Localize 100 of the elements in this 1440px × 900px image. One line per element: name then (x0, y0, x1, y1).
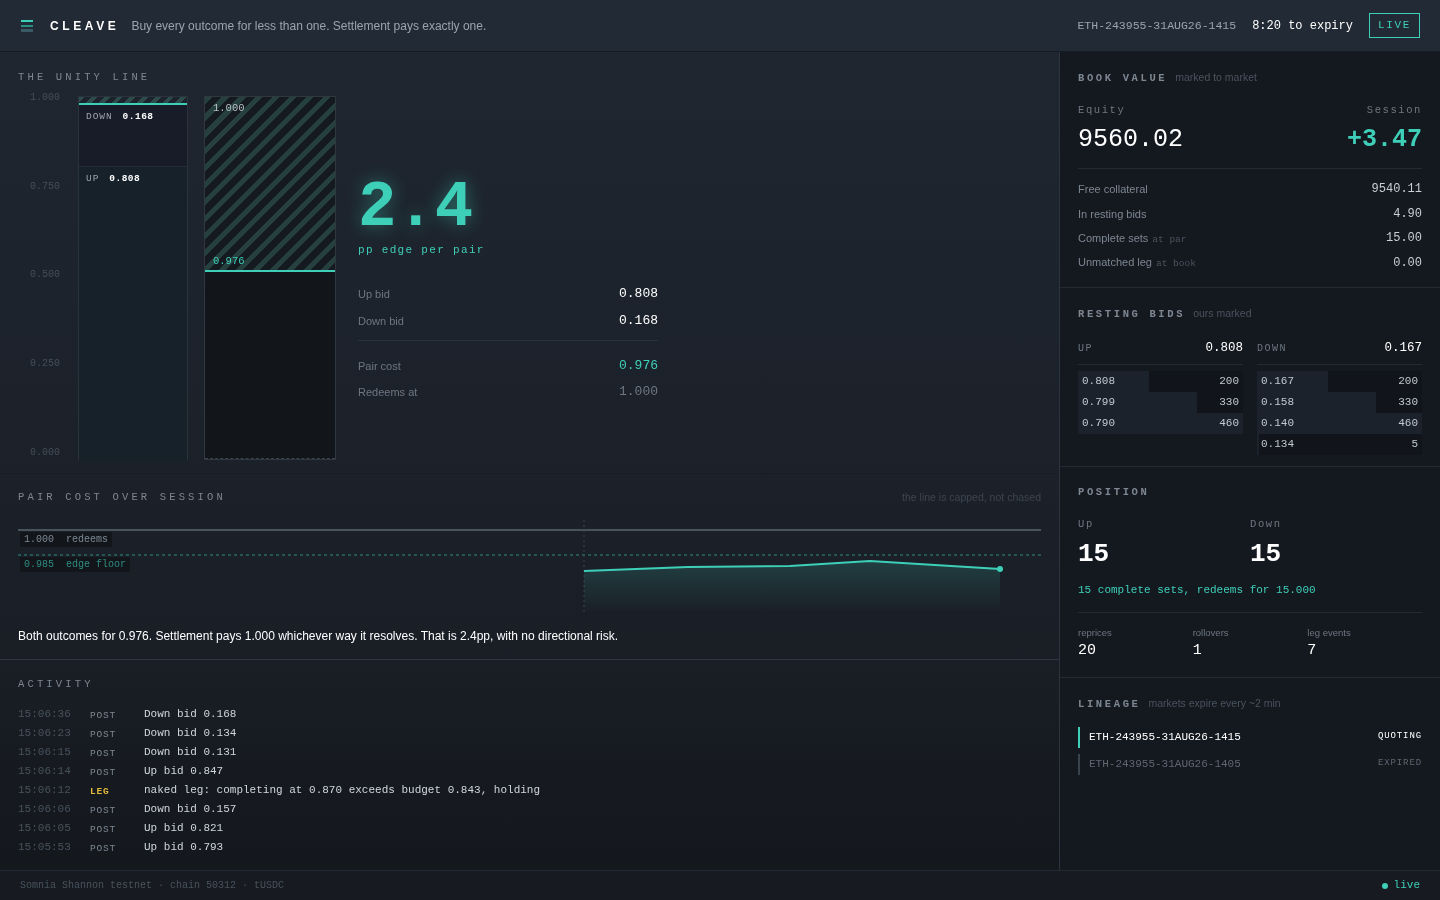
reference-label: 0.985 edge floor (20, 556, 131, 572)
quote-value: 0.808 (619, 285, 658, 303)
section-subtitle: markets expire every ~2 min (1148, 695, 1281, 711)
log-message: naked leg: completing at 0.870 exceeds budget 0.843, holding (144, 783, 541, 798)
log-tag: LEG (90, 781, 144, 799)
log-tag: POST (90, 705, 144, 723)
position-value: 15 (1250, 537, 1283, 571)
log-time: 15:05:53 (18, 840, 72, 855)
sets-summary: 15 complete sets, redeems for 15.000 (1078, 582, 1317, 598)
row-label: Complete sets (1078, 230, 1149, 246)
segment-value: 0.808 (109, 171, 141, 186)
bid-price: 0.140 (1261, 415, 1294, 431)
log-tag: POST (90, 838, 144, 856)
stat-label: Session (1366, 102, 1422, 118)
log-message: Down bid 0.157 (144, 802, 237, 817)
reference-label: 1.000 redeems (20, 531, 112, 547)
stat-label: Down (1250, 516, 1283, 532)
side-label: UP (1078, 341, 1093, 356)
bar-top-label: 1.000 (213, 100, 246, 116)
log-message: Down bid 0.134 (144, 726, 237, 741)
tagline: Buy every outcome for less than one. Settlement pays exactly one. (131, 17, 487, 35)
log-tag: POST (90, 819, 144, 837)
market-id: ETH-243955-31AUG26-1415 (1089, 729, 1241, 745)
section-subtitle: ours marked (1193, 306, 1252, 321)
stat-label: leg events (1307, 626, 1352, 640)
quote-value: 0.976 (619, 357, 658, 375)
log-tag: POST (90, 724, 144, 742)
section-title: RESTING BIDS (1078, 307, 1186, 322)
row-label: Unmatched leg (1078, 255, 1152, 271)
stat-value: 7 (1307, 641, 1318, 662)
log-message: Up bid 0.793 (144, 840, 224, 855)
row-value: 4.90 (1393, 205, 1422, 223)
stat-label: Up (1078, 516, 1095, 532)
lineage-item[interactable]: ETH-243955-31AUG26-1415 QUOTING (1078, 726, 1422, 748)
market-status: QUOTING (1377, 730, 1422, 744)
bid-size: 200 (1219, 373, 1239, 389)
segment-label: UP (86, 171, 100, 186)
section-title: ACTIVITY (18, 677, 95, 692)
summary-text: Both outcomes for 0.976. Settlement pays 1.000 whichever way it resolves. That is 2.4pp, with no directional risk. (18, 627, 619, 645)
bid-size: 5 (1411, 436, 1418, 452)
log-tag: POST (90, 743, 144, 761)
section-title: PAIR COST OVER SESSION (18, 490, 226, 505)
bid-price: 0.808 (1082, 373, 1115, 389)
log-tag: POST (90, 762, 144, 780)
section-subtitle: marked to market (1175, 70, 1257, 85)
log-time: 15:06:23 (18, 726, 72, 741)
connection-status: live (1393, 878, 1420, 894)
edge-value: 2.4 (358, 175, 475, 240)
bid-size: 200 (1398, 373, 1418, 389)
stat-label: Equity (1078, 102, 1127, 118)
stat-value: 1 (1192, 641, 1203, 662)
log-time: 15:06:36 (18, 707, 72, 722)
section-title: LINEAGE (1078, 696, 1141, 712)
bid-price: 0.799 (1082, 394, 1115, 410)
edge-caption: pp edge per pair (358, 242, 486, 258)
market-id: ETH-243955-31AUG26-1415 (1077, 17, 1237, 34)
log-tag: POST (90, 800, 144, 818)
section-title: POSITION (1078, 485, 1151, 500)
market-id: ETH-243955-31AUG26-1405 (1089, 756, 1241, 772)
log-message: Down bid 0.168 (144, 707, 237, 722)
segment-value: 0.168 (122, 110, 154, 125)
segment-label: DOWN (86, 110, 113, 125)
log-time: 15:06:06 (18, 802, 72, 817)
log-message: Up bid 0.821 (144, 821, 224, 836)
log-message: Down bid 0.131 (144, 745, 237, 760)
section-title: BOOK VALUE (1078, 71, 1168, 86)
bid-size: 460 (1219, 415, 1239, 431)
equity-value: 9560.02 (1078, 123, 1184, 156)
brand-name: CLEAVE (50, 17, 120, 35)
bar-cost-label: 0.976 (213, 254, 246, 269)
row-value: 9540.11 (1371, 181, 1422, 199)
stat-label: reprices (1078, 626, 1113, 640)
bid-size: 330 (1219, 394, 1239, 410)
quote-value: 1.000 (619, 383, 658, 401)
row-label: Free collateral (1078, 182, 1148, 197)
bid-price: 0.158 (1261, 394, 1294, 410)
quote-label: Down bid (358, 313, 404, 329)
quote-label: Up bid (358, 286, 390, 302)
quote-value: 0.168 (619, 312, 658, 330)
quote-label: Pair cost (358, 358, 401, 374)
log-time: 15:06:15 (18, 745, 72, 760)
logo-icon (20, 18, 34, 33)
network-info: Somnia Shannon testnet · chain 50312 · tUSDC (20, 879, 285, 893)
row-label: In resting bids (1078, 206, 1147, 222)
bid-size: 460 (1398, 415, 1418, 431)
log-time: 15:06:12 (18, 783, 72, 798)
side-label: DOWN (1257, 341, 1287, 356)
stat-label: rollovers (1192, 626, 1230, 640)
quote-label: Redeems at (358, 384, 418, 400)
row-value: 0.00 (1393, 254, 1422, 272)
bid-price: 0.167 (1261, 373, 1294, 389)
expiry-countdown: 8:20 to expiry (1252, 17, 1353, 35)
log-time: 15:06:05 (18, 821, 72, 836)
log-message: Up bid 0.847 (144, 764, 224, 779)
bid-size: 330 (1398, 394, 1418, 410)
live-badge: LIVE (1369, 13, 1420, 38)
market-status: EXPIRED (1377, 757, 1422, 771)
stat-value: 20 (1078, 641, 1097, 662)
best-bid: 0.167 (1384, 339, 1422, 357)
section-title: THE UNITY LINE (18, 70, 152, 85)
